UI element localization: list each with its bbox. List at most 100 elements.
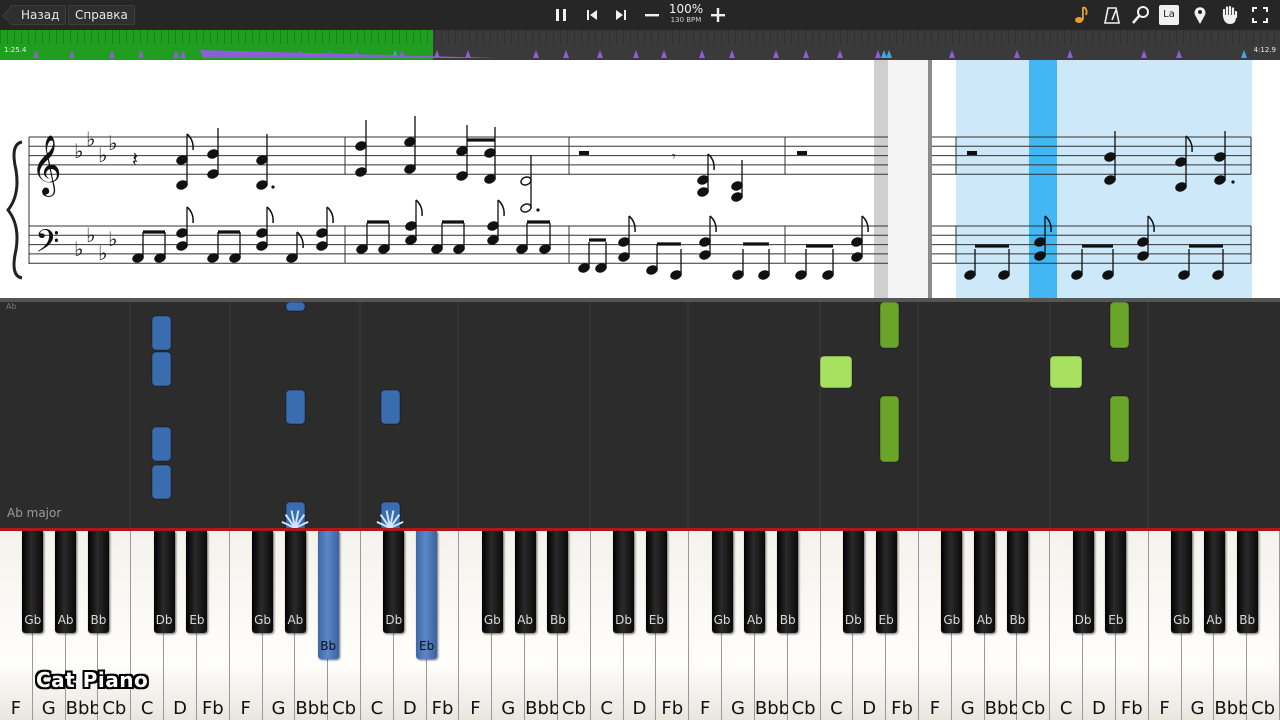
- notehead: [378, 244, 390, 254]
- white-key-label: Cb: [791, 698, 816, 719]
- white-key-label: Cb: [561, 698, 586, 719]
- white-key-label: D: [1092, 698, 1106, 719]
- black-key[interactable]: Ab: [284, 531, 306, 633]
- black-key[interactable]: Eb: [645, 531, 667, 633]
- playhead-column: [1029, 60, 1057, 298]
- falling-note: [380, 389, 401, 425]
- black-key[interactable]: Bb: [547, 531, 569, 633]
- current-measure-highlight: [956, 60, 1252, 298]
- black-key-label: Eb: [878, 613, 894, 627]
- minus-icon[interactable]: [641, 4, 663, 26]
- black-key[interactable]: Gb: [1171, 531, 1193, 633]
- black-key[interactable]: Eb: [416, 531, 438, 659]
- notehead: [699, 250, 711, 260]
- white-key-label: F: [929, 698, 941, 719]
- black-key[interactable]: Bb: [777, 531, 799, 633]
- notehead: [539, 244, 551, 254]
- white-key-label: D: [632, 698, 647, 719]
- location-pin-icon[interactable]: [1189, 4, 1211, 26]
- black-key-label: Db: [155, 613, 173, 627]
- white-key-label: G: [271, 698, 286, 719]
- plus-icon[interactable]: [707, 4, 729, 26]
- back-button[interactable]: Назад: [10, 5, 67, 25]
- piano-keyboard[interactable]: F G Bbb Cb C D Fb F G Bbb Cb C D Fb F G Bbb Cb C D Fb F G Bbb Cb…: [0, 528, 1280, 720]
- notehead: [256, 228, 268, 238]
- white-key-label: F: [240, 698, 251, 719]
- hand-icon[interactable]: [1218, 4, 1240, 26]
- black-key[interactable]: Gb: [941, 531, 963, 633]
- notehead: [456, 171, 468, 181]
- black-key[interactable]: Db: [153, 531, 175, 633]
- black-key[interactable]: Ab: [974, 531, 996, 633]
- black-key[interactable]: Bb: [317, 531, 339, 659]
- fullscreen-icon[interactable]: [1249, 4, 1271, 26]
- note-name-icon[interactable]: La: [1159, 5, 1179, 25]
- black-key-label: Ab: [1206, 613, 1223, 627]
- black-key[interactable]: Bb: [1006, 531, 1028, 633]
- notehead: [697, 175, 709, 185]
- notehead: [431, 244, 443, 254]
- black-key[interactable]: Eb: [186, 531, 208, 633]
- black-key-label: Bb: [90, 613, 107, 627]
- white-key-label: C: [600, 698, 613, 719]
- black-key-label: Bb: [779, 613, 796, 627]
- note-icon[interactable]: [1071, 4, 1093, 26]
- notehead: [516, 244, 528, 254]
- black-key[interactable]: Ab: [1203, 531, 1225, 633]
- svg-text:♭: ♭: [108, 227, 117, 251]
- black-key[interactable]: Bb: [1236, 531, 1258, 633]
- next-icon[interactable]: [610, 4, 632, 26]
- black-key[interactable]: Gb: [711, 531, 733, 633]
- black-key[interactable]: Gb: [22, 531, 44, 633]
- falling-note: [285, 389, 306, 425]
- black-key-label: Eb: [648, 613, 664, 627]
- black-key[interactable]: Gb: [252, 531, 274, 633]
- black-key[interactable]: Db: [613, 531, 635, 633]
- notehead: [618, 252, 630, 262]
- black-key[interactable]: Eb: [1105, 531, 1127, 633]
- falling-note: [819, 355, 853, 389]
- metronome-icon[interactable]: [1101, 4, 1123, 26]
- black-key[interactable]: Ab: [55, 531, 77, 633]
- falling-note: [1049, 355, 1083, 389]
- svg-text:♭: ♭: [74, 237, 83, 261]
- timeline-marker: [1067, 50, 1073, 58]
- piano-roll: [129, 302, 1149, 528]
- timeline-marker: [138, 50, 144, 58]
- black-key[interactable]: Db: [383, 531, 405, 633]
- magnifier-icon[interactable]: [1130, 4, 1152, 26]
- svg-text:♭: ♭: [98, 143, 107, 167]
- black-key[interactable]: Ab: [744, 531, 766, 633]
- notehead: [487, 221, 499, 231]
- falling-note: [1109, 302, 1130, 349]
- notehead: [595, 263, 607, 273]
- white-key-label: Cb: [1251, 698, 1276, 719]
- falling-note: [1109, 395, 1130, 463]
- white-key-label: Cb: [1021, 698, 1046, 719]
- pause-icon[interactable]: [550, 4, 572, 26]
- timeline-marker: [180, 50, 186, 58]
- falling-note: [285, 302, 306, 312]
- black-key[interactable]: Bb: [87, 531, 109, 633]
- notehead: [484, 174, 496, 184]
- song-timeline[interactable]: 1:25.4 4:12.9: [0, 30, 1280, 60]
- previous-icon[interactable]: [581, 4, 603, 26]
- black-key[interactable]: Eb: [875, 531, 897, 633]
- falling-note: [151, 315, 172, 351]
- treble-clef-icon: 𝄞: [31, 135, 62, 197]
- timeline-marker: [886, 50, 892, 58]
- key-signature-label: Ab major: [7, 506, 62, 520]
- white-key-label: Bbb: [1214, 698, 1250, 719]
- black-key[interactable]: Db: [842, 531, 864, 633]
- white-key-label: Fb: [201, 698, 224, 719]
- white-key-label: F: [1159, 698, 1170, 719]
- help-button[interactable]: Справка: [68, 5, 135, 25]
- white-key-label: Fb: [431, 698, 454, 719]
- sheet-music: 𝄞 𝄢 ♭ ♭ ♭ ♭ ♭ ♭ ♭ ♭ 𝄽 𝄾: [0, 60, 1280, 298]
- black-key[interactable]: Gb: [481, 531, 503, 633]
- timeline-marker: [949, 50, 955, 58]
- timeline-marker: [803, 50, 809, 58]
- black-key[interactable]: Ab: [514, 531, 536, 633]
- black-key[interactable]: Db: [1072, 531, 1094, 633]
- black-key-label: Ab: [57, 613, 74, 627]
